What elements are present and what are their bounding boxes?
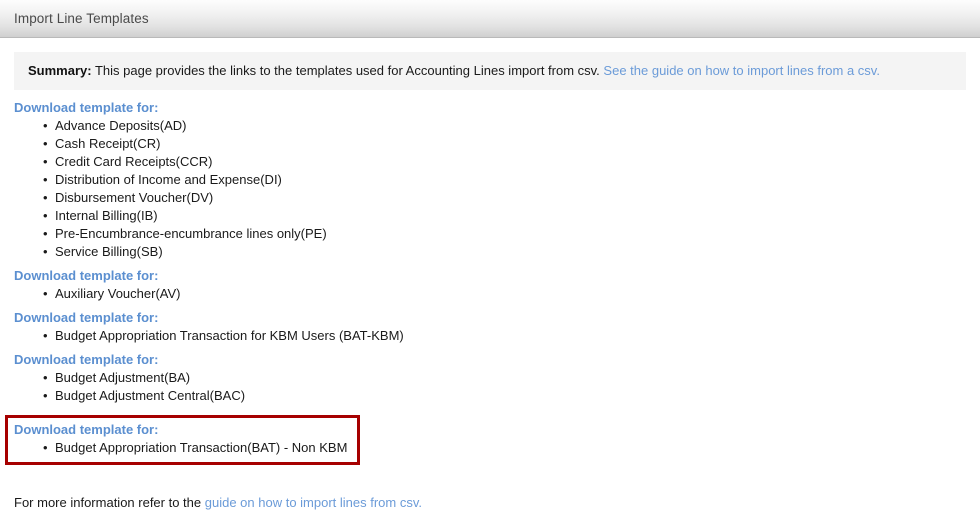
list-item-label: Advance Deposits(AD) bbox=[55, 118, 187, 133]
footer-note: For more information refer to the guide … bbox=[0, 495, 980, 511]
bullet-icon: • bbox=[43, 172, 48, 187]
section-heading: Download template for: bbox=[14, 100, 159, 115]
list-item[interactable]: • Budget Adjustment(BA) bbox=[14, 369, 980, 387]
bullet-icon: • bbox=[43, 370, 48, 385]
footer-guide-link[interactable]: guide on how to import lines from csv. bbox=[205, 495, 422, 510]
window-header: Import Line Templates bbox=[0, 0, 980, 38]
template-section: Download template for: • Budget Adjustment… bbox=[14, 351, 980, 405]
list-item-label: Internal Billing(IB) bbox=[55, 208, 158, 223]
bullet-icon: • bbox=[43, 190, 48, 205]
page-content: Summary: This page provides the links to… bbox=[0, 52, 980, 511]
list-item[interactable]: • Credit Card Receipts(CCR) bbox=[14, 153, 980, 171]
template-list: • Budget Adjustment(BA) • Budget Adjustment… bbox=[14, 369, 980, 405]
bullet-icon: • bbox=[43, 388, 48, 403]
footer-note-prefix: For more information refer to the bbox=[14, 495, 205, 510]
summary-guide-link[interactable]: See the guide on how to import lines fro… bbox=[603, 63, 880, 78]
list-item-label: Cash Receipt(CR) bbox=[55, 136, 161, 151]
bullet-icon: • bbox=[43, 440, 48, 455]
list-item-label: Service Billing(SB) bbox=[55, 244, 163, 259]
list-item-label: Budget Adjustment(BA) bbox=[55, 370, 191, 385]
template-section: Download template for: • Budget Appropriat… bbox=[14, 309, 980, 345]
list-item-label: Credit Card Receipts(CCR) bbox=[55, 154, 213, 169]
template-section: Download template for: • Auxiliary Voucher… bbox=[14, 267, 980, 303]
summary-label: Summary: bbox=[28, 63, 92, 78]
list-item-label: Auxiliary Voucher(AV) bbox=[55, 286, 181, 301]
bullet-icon: • bbox=[43, 208, 48, 223]
template-list: • Budget Appropriation Transaction for KB… bbox=[14, 327, 980, 345]
bullet-icon: • bbox=[43, 118, 48, 133]
template-list: • Auxiliary Voucher(AV) bbox=[14, 285, 980, 303]
summary-panel: Summary: This page provides the links to… bbox=[14, 52, 966, 90]
list-item[interactable]: • Pre-Encumbrance-encumbrance lines only(… bbox=[14, 225, 980, 243]
list-item[interactable]: • Internal Billing(IB) bbox=[14, 207, 980, 225]
bullet-icon: • bbox=[43, 286, 48, 301]
list-item[interactable]: • Budget Appropriation Transaction(BAT) -… bbox=[14, 439, 347, 457]
list-item[interactable]: • Budget Appropriation Transaction for KB… bbox=[14, 327, 980, 345]
list-item-label: Disbursement Voucher(DV) bbox=[55, 190, 214, 205]
list-item[interactable]: • Service Billing(SB) bbox=[14, 243, 980, 261]
section-heading: Download template for: bbox=[14, 310, 159, 325]
section-heading: Download template for: bbox=[14, 422, 159, 437]
list-item[interactable]: • Auxiliary Voucher(AV) bbox=[14, 285, 980, 303]
bullet-icon: • bbox=[43, 136, 48, 151]
summary-text: This page provides the links to the temp… bbox=[91, 63, 604, 78]
section-heading: Download template for: bbox=[14, 352, 159, 367]
bullet-icon: • bbox=[43, 328, 48, 343]
list-item[interactable]: • Distribution of Income and Expense(DI) bbox=[14, 171, 980, 189]
template-section-highlighted: Download template for: • Budget Appropriat… bbox=[5, 415, 361, 465]
list-item-label: Budget Appropriation Transaction(BAT) - … bbox=[55, 440, 348, 455]
template-list: • Budget Appropriation Transaction(BAT) -… bbox=[14, 439, 347, 457]
list-item[interactable]: • Cash Receipt(CR) bbox=[14, 135, 980, 153]
list-item-label: Distribution of Income and Expense(DI) bbox=[55, 172, 282, 187]
template-list: • Advance Deposits(AD) • Cash Receipt(CR) • C… bbox=[14, 117, 980, 261]
template-section: Download template for: • Advance Deposits(… bbox=[14, 99, 980, 261]
template-sections: Download template for: • Advance Deposits(… bbox=[0, 99, 980, 471]
bullet-icon: • bbox=[43, 154, 48, 169]
list-item-label: Pre-Encumbrance-encumbrance lines only(P… bbox=[55, 226, 327, 241]
bullet-icon: • bbox=[43, 226, 48, 241]
bullet-icon: • bbox=[43, 244, 48, 259]
list-item[interactable]: • Disbursement Voucher(DV) bbox=[14, 189, 980, 207]
section-heading: Download template for: bbox=[14, 268, 159, 283]
page-title: Import Line Templates bbox=[14, 11, 149, 26]
list-item-label: Budget Appropriation Transaction for KBM… bbox=[55, 328, 404, 343]
list-item-label: Budget Adjustment Central(BAC) bbox=[55, 388, 246, 403]
list-item[interactable]: • Budget Adjustment Central(BAC) bbox=[14, 387, 980, 405]
list-item[interactable]: • Advance Deposits(AD) bbox=[14, 117, 980, 135]
